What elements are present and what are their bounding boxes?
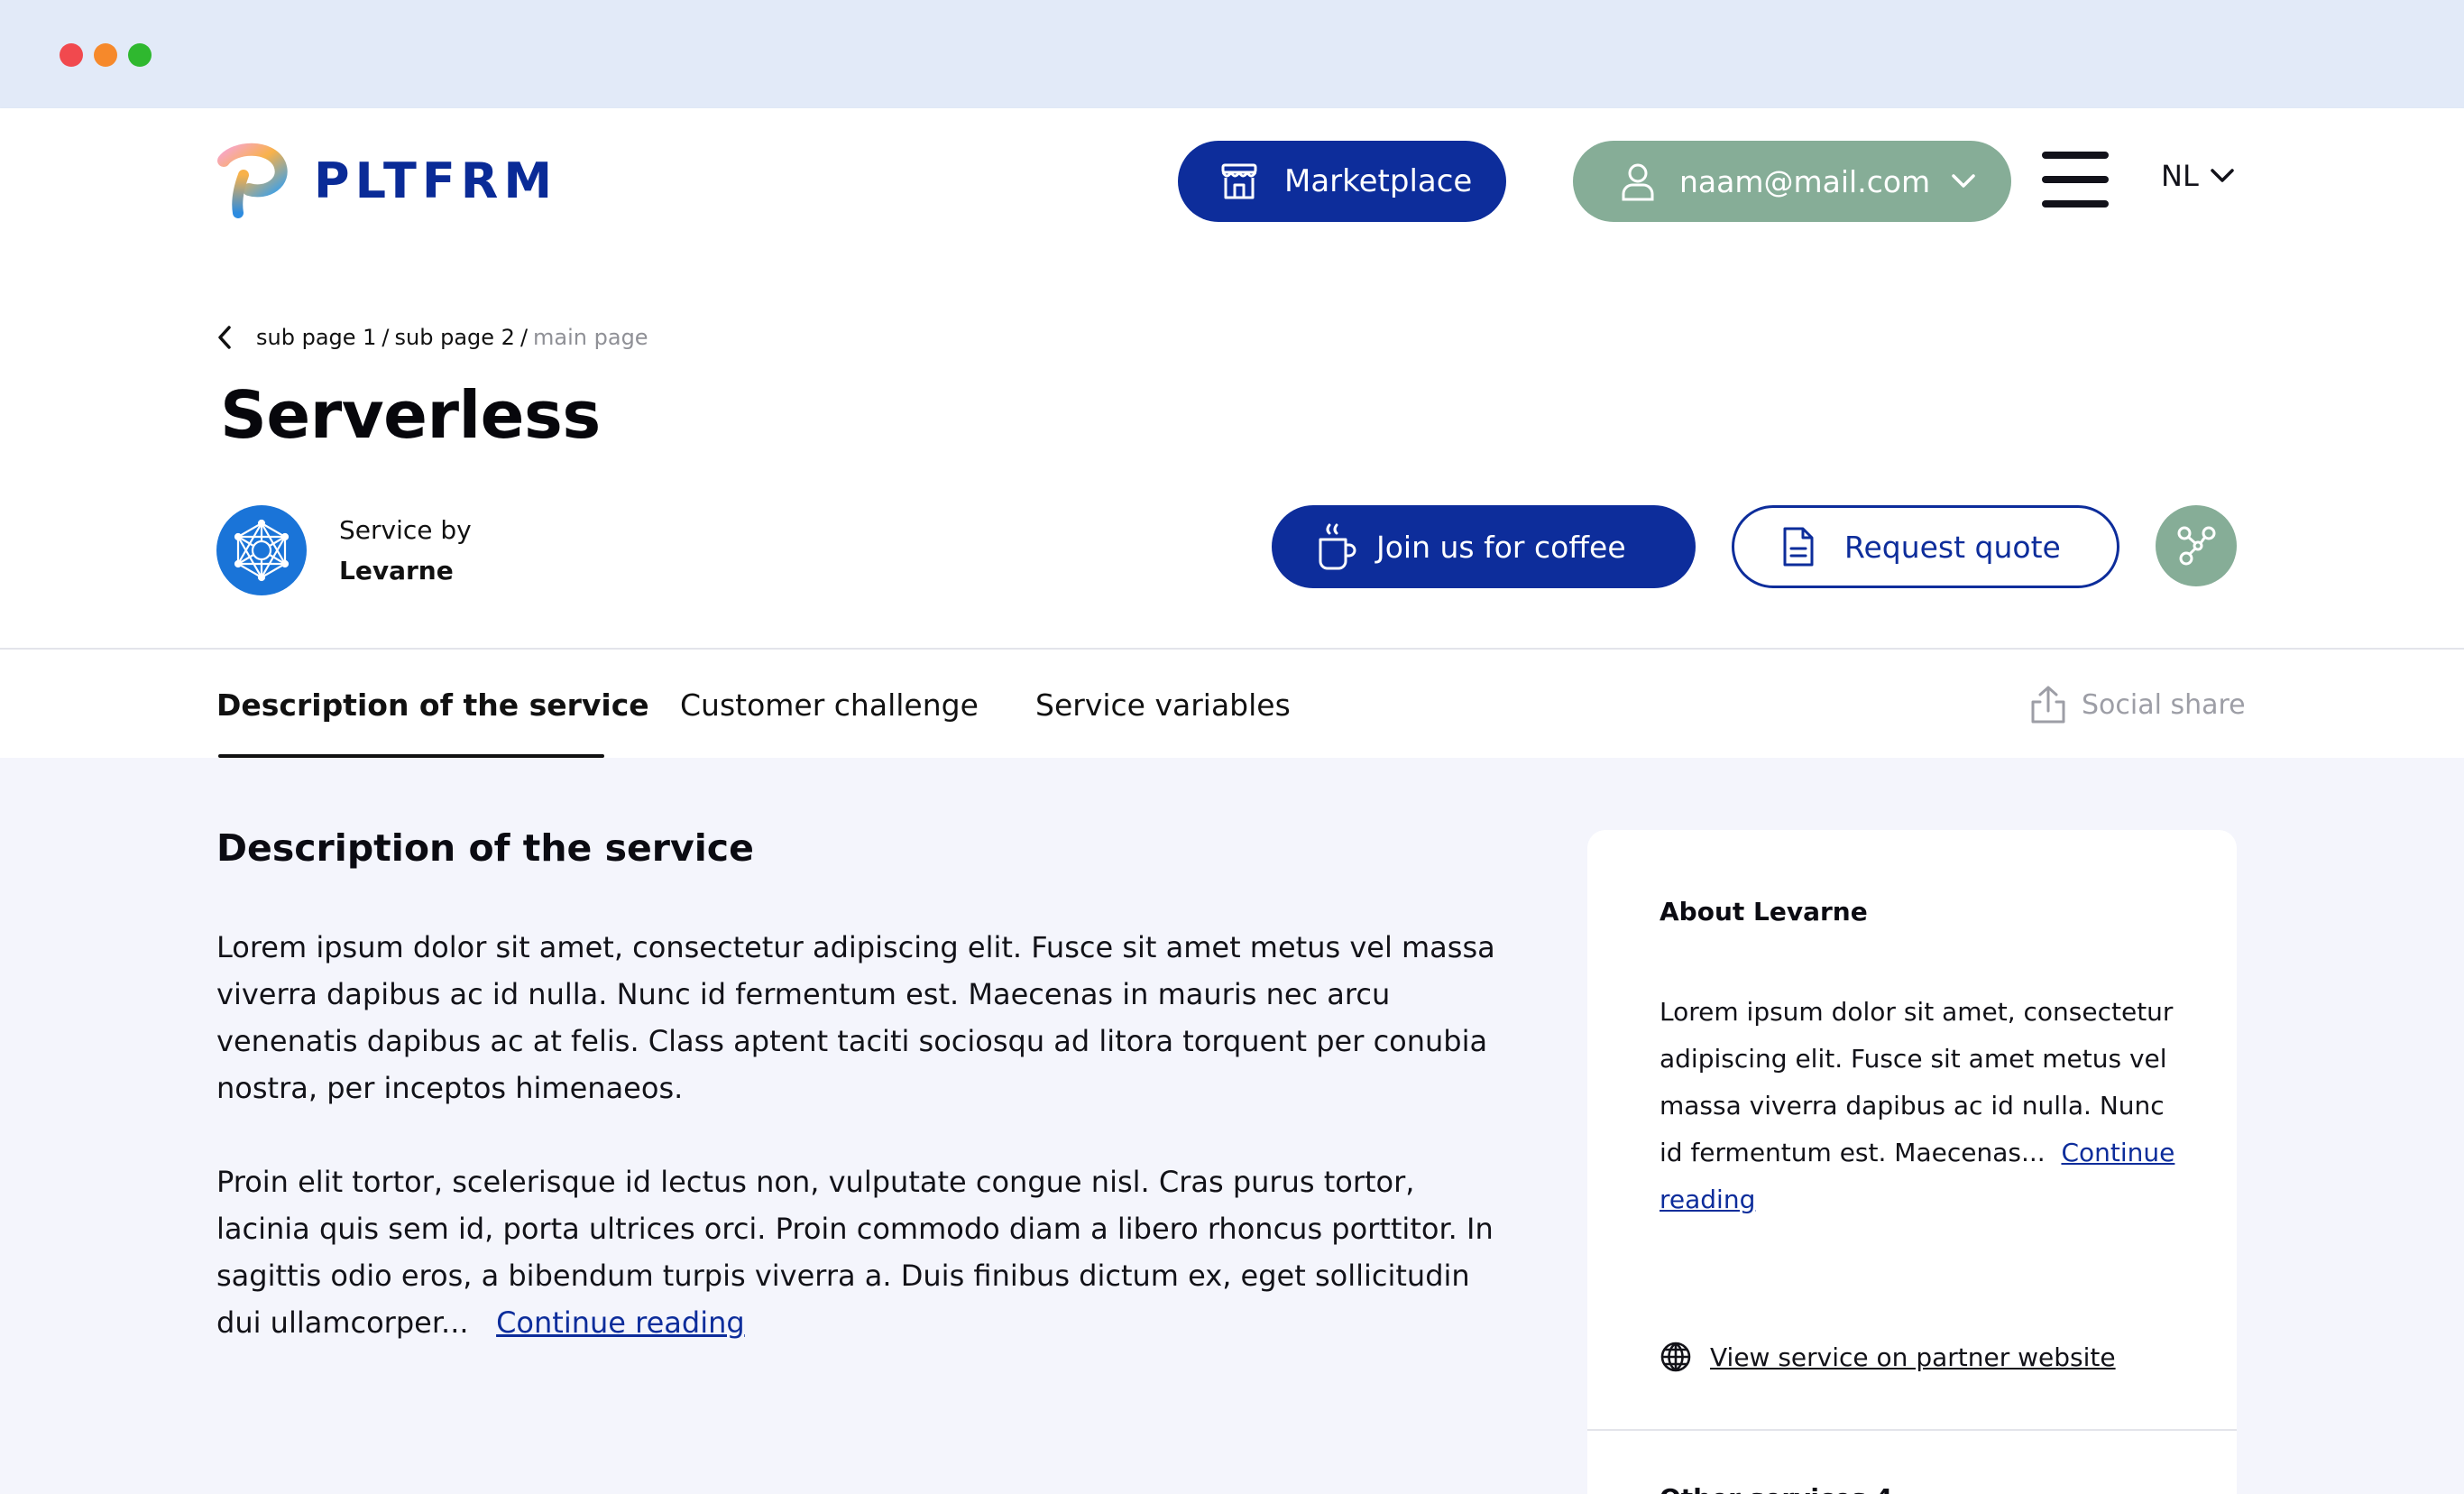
tab-service-variables[interactable]: Service variables — [1035, 687, 1291, 723]
close-window-icon[interactable] — [60, 43, 83, 67]
social-share-button[interactable]: Social share — [2029, 684, 2246, 725]
main-content: Description of the service Lorem ipsum d… — [0, 758, 2464, 1494]
chevron-left-icon[interactable] — [216, 325, 233, 350]
tab-customer-challenge[interactable]: Customer challenge — [680, 687, 979, 723]
breadcrumb-separator: / — [519, 325, 529, 350]
coffee-cup-icon — [1319, 523, 1356, 570]
about-title: About Levarne — [1660, 897, 1868, 927]
description-paragraph-text: Proin elit tortor, scelerisque id lectus… — [216, 1165, 1494, 1340]
brand-logo[interactable]: PLTFRM — [216, 143, 557, 218]
provider-text: Service by Levarne — [339, 515, 472, 586]
storefront-icon — [1221, 163, 1257, 199]
marketplace-button[interactable]: Marketplace — [1178, 141, 1506, 222]
card-divider — [1587, 1429, 2237, 1431]
globe-icon — [1660, 1342, 1691, 1372]
brand-name: PLTFRM — [314, 152, 558, 209]
description-paragraph: Lorem ipsum dolor sit amet, consectetur … — [216, 930, 1495, 1105]
coffee-label: Join us for coffee — [1376, 529, 1626, 565]
social-share-label: Social share — [2082, 688, 2246, 721]
other-services-title: Other services 4 — [1660, 1483, 1892, 1494]
join-coffee-button[interactable]: Join us for coffee — [1272, 505, 1696, 588]
share-upload-icon — [2031, 686, 2065, 724]
continue-reading-link[interactable]: Continue reading — [496, 1305, 745, 1340]
connect-button[interactable] — [2156, 505, 2237, 586]
about-text: Lorem ipsum dolor sit amet, consectetur … — [1660, 989, 2183, 1223]
request-quote-button[interactable]: Request quote — [1732, 505, 2119, 588]
language-label: NL — [2161, 159, 2199, 193]
provider-name[interactable]: Levarne — [339, 556, 472, 586]
breadcrumb-current: main page — [533, 325, 648, 350]
breadcrumb-separator: / — [382, 325, 390, 350]
document-icon — [1783, 527, 1814, 567]
user-icon — [1622, 163, 1654, 201]
breadcrumb: sub page 1 / sub page 2 / main page — [216, 325, 648, 350]
user-email: naam@mail.com — [1679, 163, 1931, 199]
marketplace-label: Marketplace — [1284, 163, 1473, 199]
description-paragraph: Proin elit tortor, scelerisque id lectus… — [216, 1158, 1497, 1346]
tab-description[interactable]: Description of the service — [216, 687, 649, 723]
logo-mark-icon — [217, 143, 288, 218]
hamburger-icon[interactable] — [2042, 152, 2109, 208]
provider-avatar — [216, 505, 307, 595]
quote-label: Request quote — [1844, 529, 2061, 565]
minimize-window-icon[interactable] — [94, 43, 117, 67]
share-nodes-icon — [2177, 526, 2216, 566]
section-title: Description of the service — [216, 826, 754, 870]
user-menu-button[interactable]: naam@mail.com — [1573, 141, 2011, 222]
partner-link-label: View service on partner website — [1710, 1342, 2116, 1372]
breadcrumb-item[interactable]: sub page 2 — [395, 325, 515, 350]
service-provider: Service by Levarne — [216, 505, 472, 595]
page-title: Serverless — [220, 377, 601, 453]
provider-by-label: Service by — [339, 515, 472, 545]
chevron-down-icon — [1952, 174, 1975, 188]
about-provider-card: About Levarne Lorem ipsum dolor sit amet… — [1587, 830, 2237, 1494]
partner-website-link[interactable]: View service on partner website — [1660, 1341, 2116, 1373]
language-selector[interactable]: NL — [2161, 159, 2235, 193]
window-chrome — [0, 0, 2464, 108]
tabs-bar: Description of the service Customer chal… — [0, 648, 2464, 758]
site-header: PLTFRM Marketplace naam@mail.com NL — [0, 108, 2464, 253]
network-logo-icon — [234, 519, 290, 582]
breadcrumb-item[interactable]: sub page 1 — [256, 325, 376, 350]
browser-window: PLTFRM Marketplace naam@mail.com NL sub … — [0, 0, 2464, 1494]
chevron-down-icon — [2211, 169, 2234, 182]
maximize-window-icon[interactable] — [128, 43, 152, 67]
